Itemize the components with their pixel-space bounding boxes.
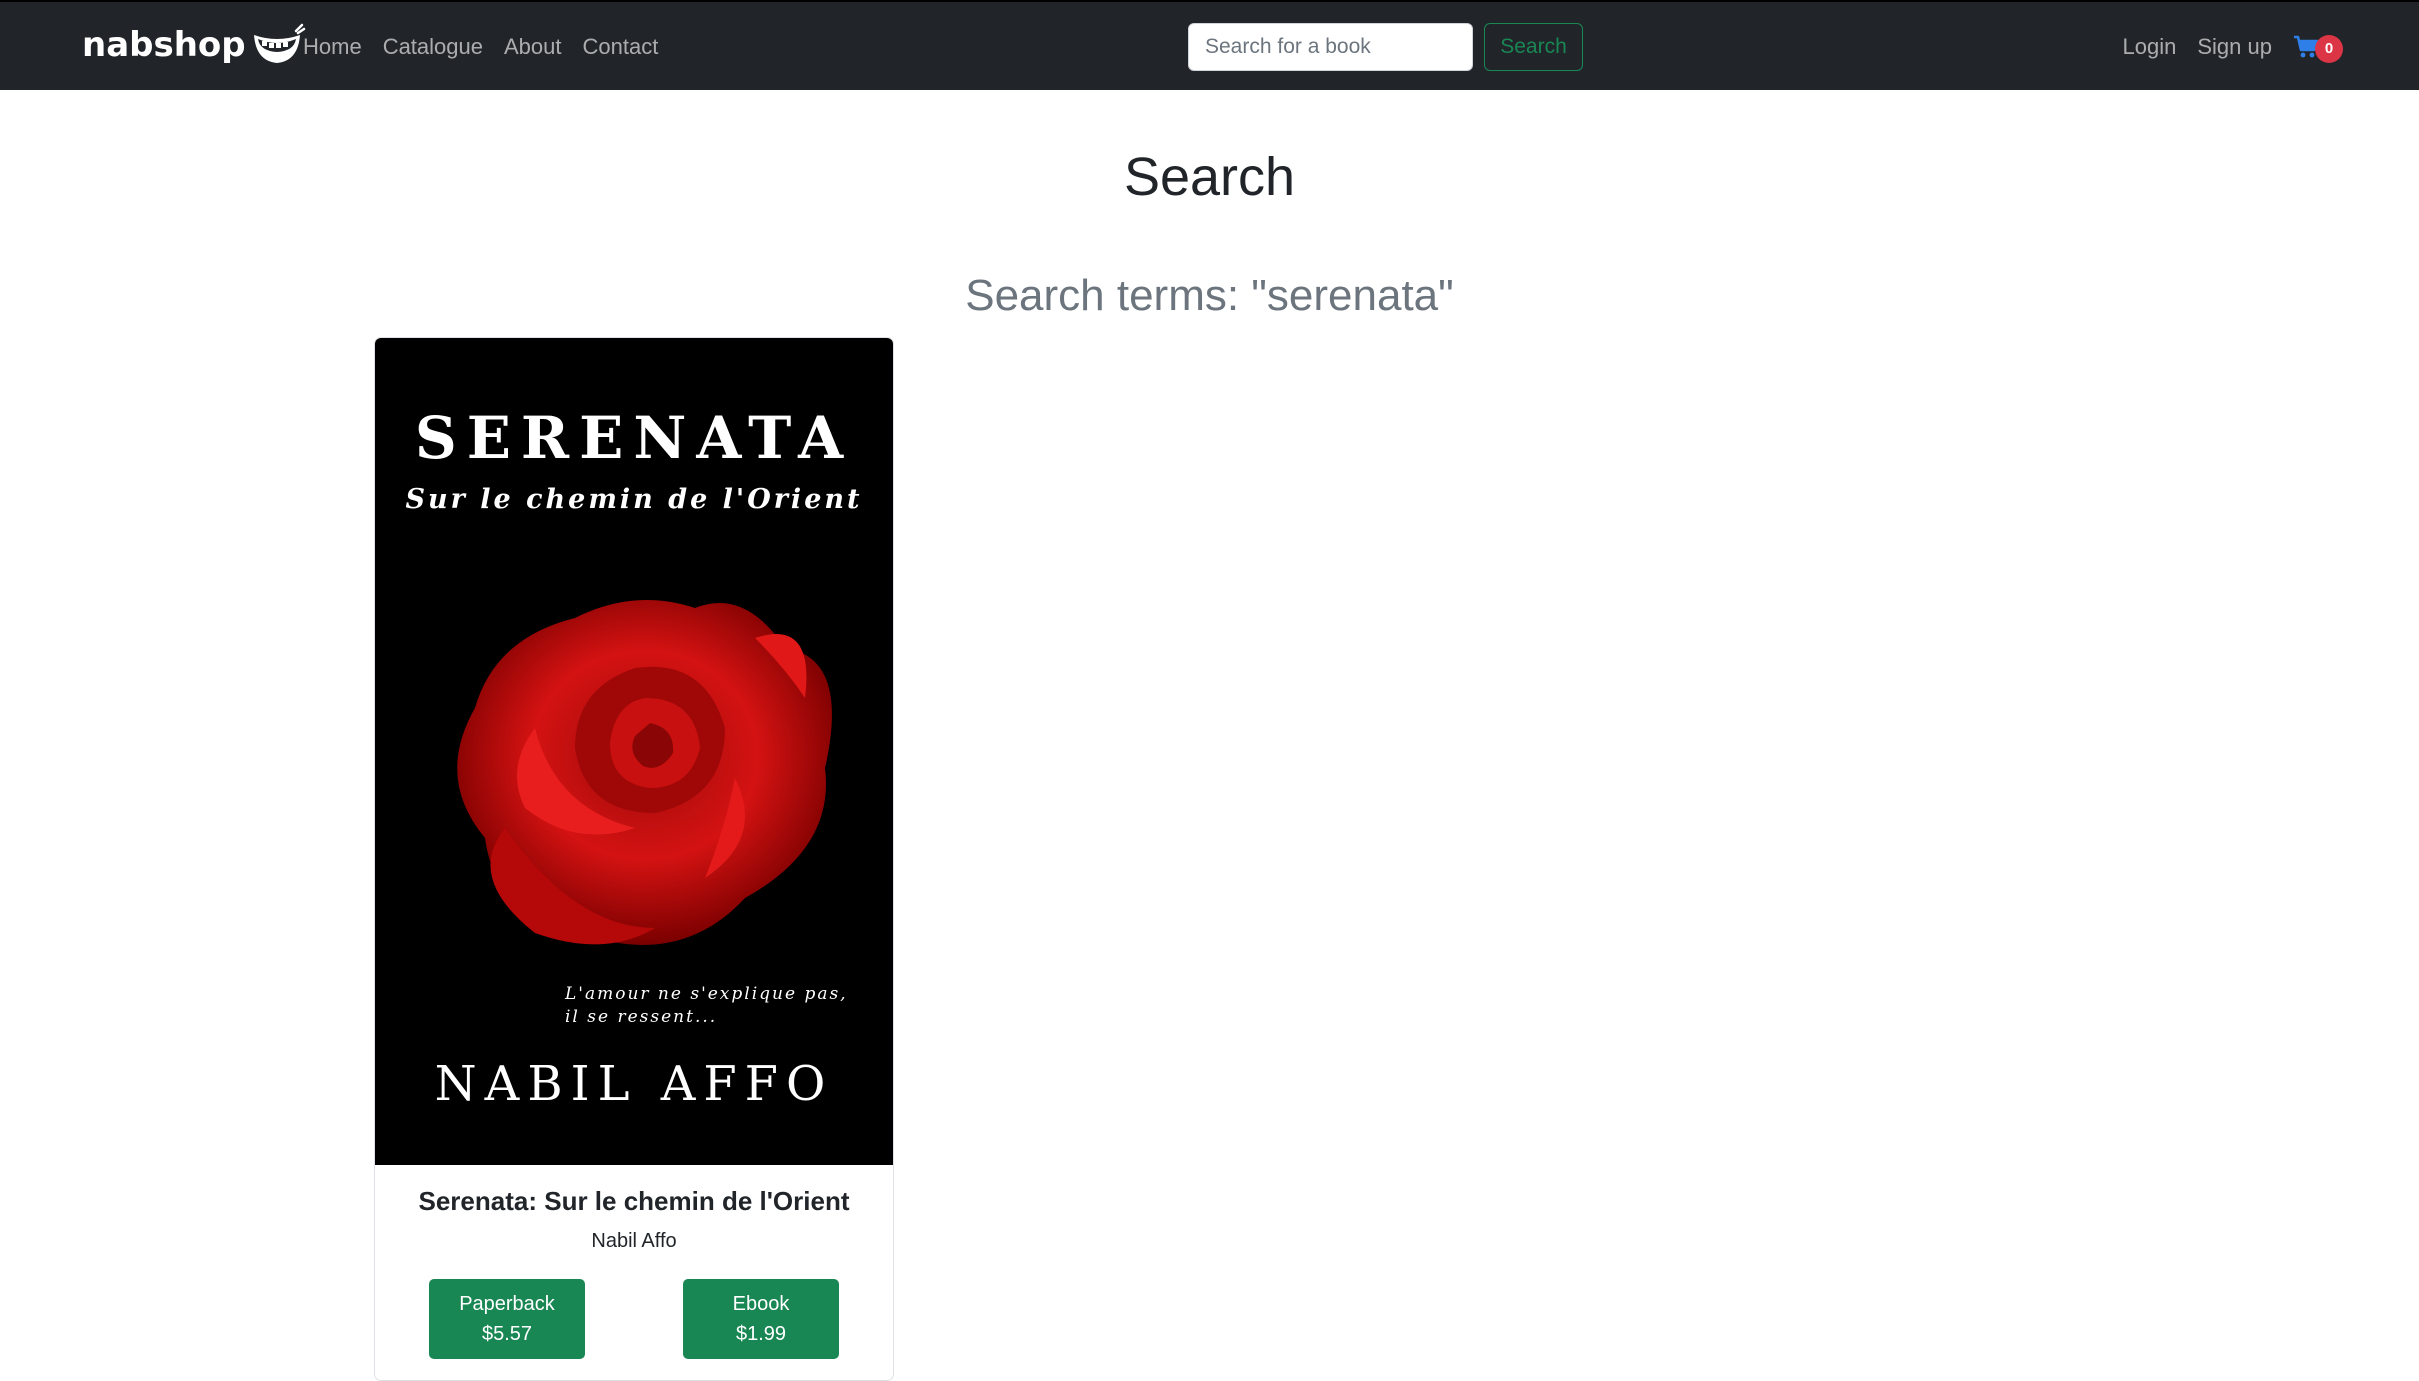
book-author: Nabil Affo <box>591 1230 677 1252</box>
page-title: Search <box>1123 147 1296 207</box>
nav-contact-link[interactable]: Contact <box>583 29 659 65</box>
book-cover-image[interactable]: SERENATA Sur le chemin de l'Orient L'amo… <box>375 338 893 1165</box>
login-link[interactable]: Login <box>2123 29 2177 65</box>
search-terms-heading: Search terms: "serenata" <box>965 271 1454 320</box>
search-button[interactable]: Search <box>1484 23 1583 71</box>
red-rose-illustration <box>457 600 832 945</box>
nav-about-link[interactable]: About <box>504 29 562 65</box>
signup-link[interactable]: Sign up <box>2197 29 2272 65</box>
nav-catalogue-link[interactable]: Catalogue <box>383 29 483 65</box>
main-nav: Home Catalogue About Contact <box>303 29 679 65</box>
grin-logo-icon <box>253 23 305 63</box>
brand-logo[interactable]: nabshop <box>82 20 306 70</box>
top-navbar: nabshop Home Catalogue About Contact Sea… <box>0 0 2419 90</box>
cover-title: SERENATA <box>414 404 854 472</box>
cart-count-badge: 0 <box>2315 35 2343 63</box>
format-label: Paperback <box>459 1293 555 1315</box>
cart-button[interactable]: 0 <box>2293 29 2345 65</box>
book-title[interactable]: Serenata: Sur le chemin de l'Orient <box>375 1186 893 1217</box>
brand-name: nabshop <box>82 25 246 65</box>
account-nav: Login Sign up 0 <box>2102 29 2345 65</box>
search-input[interactable] <box>1188 23 1473 71</box>
book-card: SERENATA Sur le chemin de l'Orient L'amo… <box>374 337 894 1381</box>
cover-quote-line-2: il se ressent... <box>565 1007 718 1027</box>
buy-paperback-button[interactable]: Paperback $5.57 <box>429 1279 585 1359</box>
format-label: Ebook <box>732 1293 790 1315</box>
format-price: $5.57 <box>481 1323 533 1345</box>
nav-home-link[interactable]: Home <box>303 29 362 65</box>
format-price: $1.99 <box>735 1323 787 1345</box>
search-form: Search <box>1188 23 1583 71</box>
cover-subtitle: Sur le chemin de l'Orient <box>405 484 863 515</box>
buy-ebook-button[interactable]: Ebook $1.99 <box>683 1279 839 1359</box>
cover-quote-line-1: L'amour ne s'explique pas, <box>565 984 848 1004</box>
cover-author: NABIL AFFO <box>434 1056 834 1112</box>
